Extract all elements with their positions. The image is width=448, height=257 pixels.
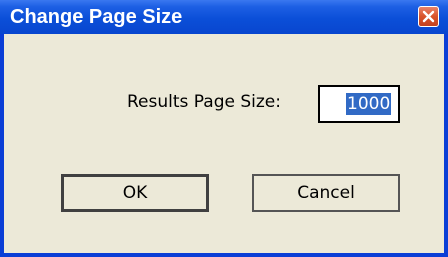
page-size-value[interactable]: 1000 (346, 93, 392, 115)
page-size-input[interactable]: 1000 (318, 85, 400, 123)
close-icon (422, 10, 435, 23)
dialog-title: Change Page Size (10, 6, 183, 28)
dialog-body: Results Page Size: 1000 OK Cancel (4, 34, 444, 253)
ok-button-label: OK (122, 183, 148, 203)
title-bar[interactable]: Change Page Size (0, 0, 448, 34)
cancel-button[interactable]: Cancel (252, 174, 400, 212)
close-button[interactable] (418, 6, 439, 27)
dialog-window: Change Page Size Results Page Size: 1000… (0, 0, 448, 257)
ok-button[interactable]: OK (61, 174, 209, 212)
page-size-label: Results Page Size: (127, 92, 281, 112)
cancel-button-label: Cancel (297, 183, 355, 203)
